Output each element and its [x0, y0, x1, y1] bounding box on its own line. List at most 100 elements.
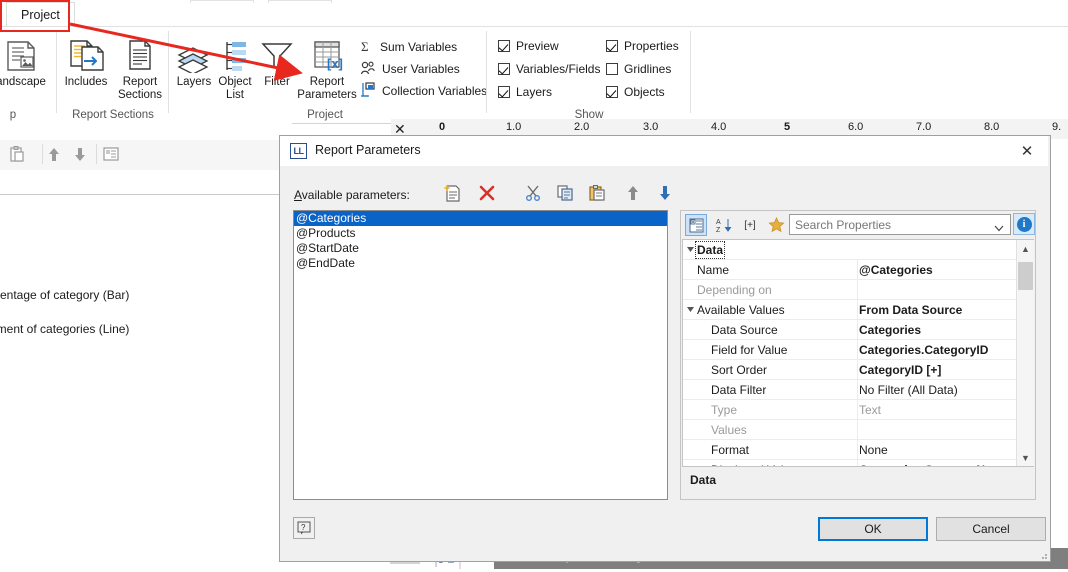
ribbon-item-sum-variables[interactable]: Σ Sum Variables	[360, 37, 457, 57]
report-parameters-icon: [x]	[296, 31, 358, 73]
move-up-icon[interactable]	[46, 145, 62, 166]
properties-icon[interactable]	[102, 145, 120, 166]
checkbox-layers-box[interactable]	[498, 86, 510, 98]
search-properties-input[interactable]: Search Properties	[789, 214, 1011, 235]
ribbon-button-includes-label: Includes	[64, 76, 108, 88]
collapse-triangle-icon[interactable]	[683, 245, 697, 254]
property-row-category[interactable]: Data	[683, 240, 1034, 260]
property-row-data-source[interactable]: Data Source Categories	[683, 320, 1034, 340]
svg-text:[x]: [x]	[327, 56, 343, 71]
list-item[interactable]: @StartDate	[294, 241, 667, 256]
ruler-tick: 2.0	[574, 121, 590, 133]
list-item[interactable]: @EndDate	[294, 256, 667, 271]
property-value[interactable]: @Categories	[859, 263, 1014, 277]
chevron-down-icon[interactable]	[994, 221, 1004, 235]
cancel-button[interactable]: Cancel	[936, 517, 1046, 541]
left-panel-toolbar	[0, 140, 292, 171]
ribbon-group-label-project: Project	[307, 109, 343, 121]
checkbox-variables-fields[interactable]: Variables/Fields	[498, 59, 600, 79]
left-panel-item-bar[interactable]: rcentage of category (Bar)	[0, 288, 129, 302]
info-icon[interactable]: i	[1013, 213, 1035, 235]
paste-icon[interactable]	[8, 145, 26, 166]
copy-icon[interactable]	[552, 180, 578, 206]
landscape-page-icon	[0, 31, 48, 73]
ruler-tick: 3.0	[643, 121, 659, 133]
checkbox-layers[interactable]: Layers	[498, 82, 552, 102]
property-grid[interactable]: Data Name @Categories Depending on Avail…	[682, 239, 1034, 467]
annotation-highlight-rect	[0, 0, 70, 32]
new-document-icon[interactable]	[440, 180, 466, 206]
property-value[interactable]: CategoryID [+]	[859, 363, 1014, 377]
checkbox-preview-box[interactable]	[498, 40, 510, 52]
checkbox-properties-box[interactable]	[606, 40, 618, 52]
scroll-up-icon[interactable]: ▲	[1017, 240, 1034, 257]
checkbox-objects-box[interactable]	[606, 86, 618, 98]
available-parameters-list[interactable]: @Categories @Products @StartDate @EndDat…	[293, 210, 668, 500]
property-value[interactable]: Categories.CategoryID	[859, 343, 1014, 357]
ribbon-button-landscape[interactable]: andscape	[0, 31, 48, 89]
property-row-data-filter[interactable]: Data Filter No Filter (All Data)	[683, 380, 1034, 400]
ribbon-item-sum-variables-label: Sum Variables	[380, 40, 458, 54]
ribbon-button-report-sections[interactable]: Report Sections	[113, 31, 167, 101]
ribbon-button-includes[interactable]: Includes	[59, 31, 113, 89]
sort-alphabetical-icon[interactable]: A Z	[713, 214, 735, 236]
scrollbar-thumb[interactable]	[1018, 262, 1033, 290]
move-down-icon[interactable]	[72, 145, 88, 166]
ribbon-item-user-variables-label: User Variables	[382, 62, 460, 76]
property-value[interactable]: No Filter (All Data)	[859, 383, 1014, 397]
red-x-delete-icon[interactable]	[474, 180, 500, 206]
checkbox-variables-fields-box[interactable]	[498, 63, 510, 75]
checkbox-preview[interactable]: Preview	[498, 36, 559, 56]
list-item[interactable]: @Categories	[294, 211, 667, 226]
collapse-triangle-icon[interactable]	[683, 305, 697, 314]
checkbox-gridlines-box[interactable]	[606, 63, 618, 75]
property-row-field-for-value[interactable]: Field for Value Categories.CategoryID	[683, 340, 1034, 360]
ok-button[interactable]: OK	[818, 517, 928, 541]
star-icon[interactable]	[765, 214, 787, 236]
scroll-down-icon[interactable]: ▼	[1017, 449, 1034, 466]
property-row-name[interactable]: Name @Categories	[683, 260, 1034, 280]
help-button[interactable]: ?	[293, 517, 315, 539]
property-name: Sort Order	[711, 362, 768, 377]
close-icon[interactable]: ✕	[1010, 139, 1044, 163]
checkbox-layers-label: Layers	[516, 85, 553, 99]
property-panel: A Z [+] Search Properties i Data Name @C…	[680, 210, 1036, 500]
arrow-down-icon[interactable]	[652, 180, 678, 206]
checkbox-objects[interactable]: Objects	[606, 82, 665, 102]
property-row-available-values[interactable]: Available Values From Data Source	[683, 300, 1034, 320]
property-row-format[interactable]: Format None	[683, 440, 1034, 460]
expand-all-icon[interactable]: [+]	[739, 214, 761, 236]
property-name: Data Filter	[711, 382, 767, 397]
checkbox-properties[interactable]: Properties	[606, 36, 679, 56]
checkbox-gridlines-label: Gridlines	[624, 62, 672, 76]
property-value[interactable]: Categories.CategoryName	[859, 463, 1014, 467]
scissors-icon[interactable]	[520, 180, 546, 206]
resize-grip[interactable]	[1038, 549, 1048, 559]
arrow-up-icon[interactable]	[620, 180, 646, 206]
property-row-type[interactable]: Type Text	[683, 400, 1034, 420]
left-panel-item-line[interactable]: oment of categories (Line)	[0, 322, 129, 336]
svg-text:Σ: Σ	[361, 39, 369, 53]
property-value[interactable]: From Data Source	[859, 303, 1014, 317]
ribbon-button-report-parameters[interactable]: [x] Report Parameters	[296, 31, 358, 101]
property-value[interactable]: Text	[859, 403, 1014, 417]
property-grid-scrollbar[interactable]: ▲ ▼	[1016, 240, 1034, 466]
property-row-displayed-value[interactable]: Displayed Value Categories.CategoryName	[683, 460, 1034, 467]
ribbon-item-user-variables[interactable]: User Variables	[360, 59, 460, 79]
app-logo-icon: LL	[290, 143, 307, 159]
search-properties-placeholder: Search Properties	[795, 218, 892, 232]
categorized-view-icon[interactable]	[685, 214, 707, 236]
ribbon-item-collection-variables[interactable]: Collection Variables	[360, 81, 487, 101]
checkbox-variables-fields-label: Variables/Fields	[516, 62, 601, 76]
property-row-depending-on[interactable]: Depending on	[683, 280, 1034, 300]
paste-icon[interactable]	[584, 180, 610, 206]
checkbox-gridlines[interactable]: Gridlines	[606, 59, 671, 79]
property-row-values[interactable]: Values	[683, 420, 1034, 440]
left-panel-header	[0, 170, 292, 195]
property-value[interactable]: Categories	[859, 323, 1014, 337]
property-row-sort-order[interactable]: Sort Order CategoryID [+]	[683, 360, 1034, 380]
property-value[interactable]: None	[859, 443, 1014, 457]
ribbon-button-filter-label: Filter	[264, 76, 290, 88]
list-item[interactable]: @Products	[294, 226, 667, 241]
ruler-tick: 9.	[1052, 121, 1062, 133]
